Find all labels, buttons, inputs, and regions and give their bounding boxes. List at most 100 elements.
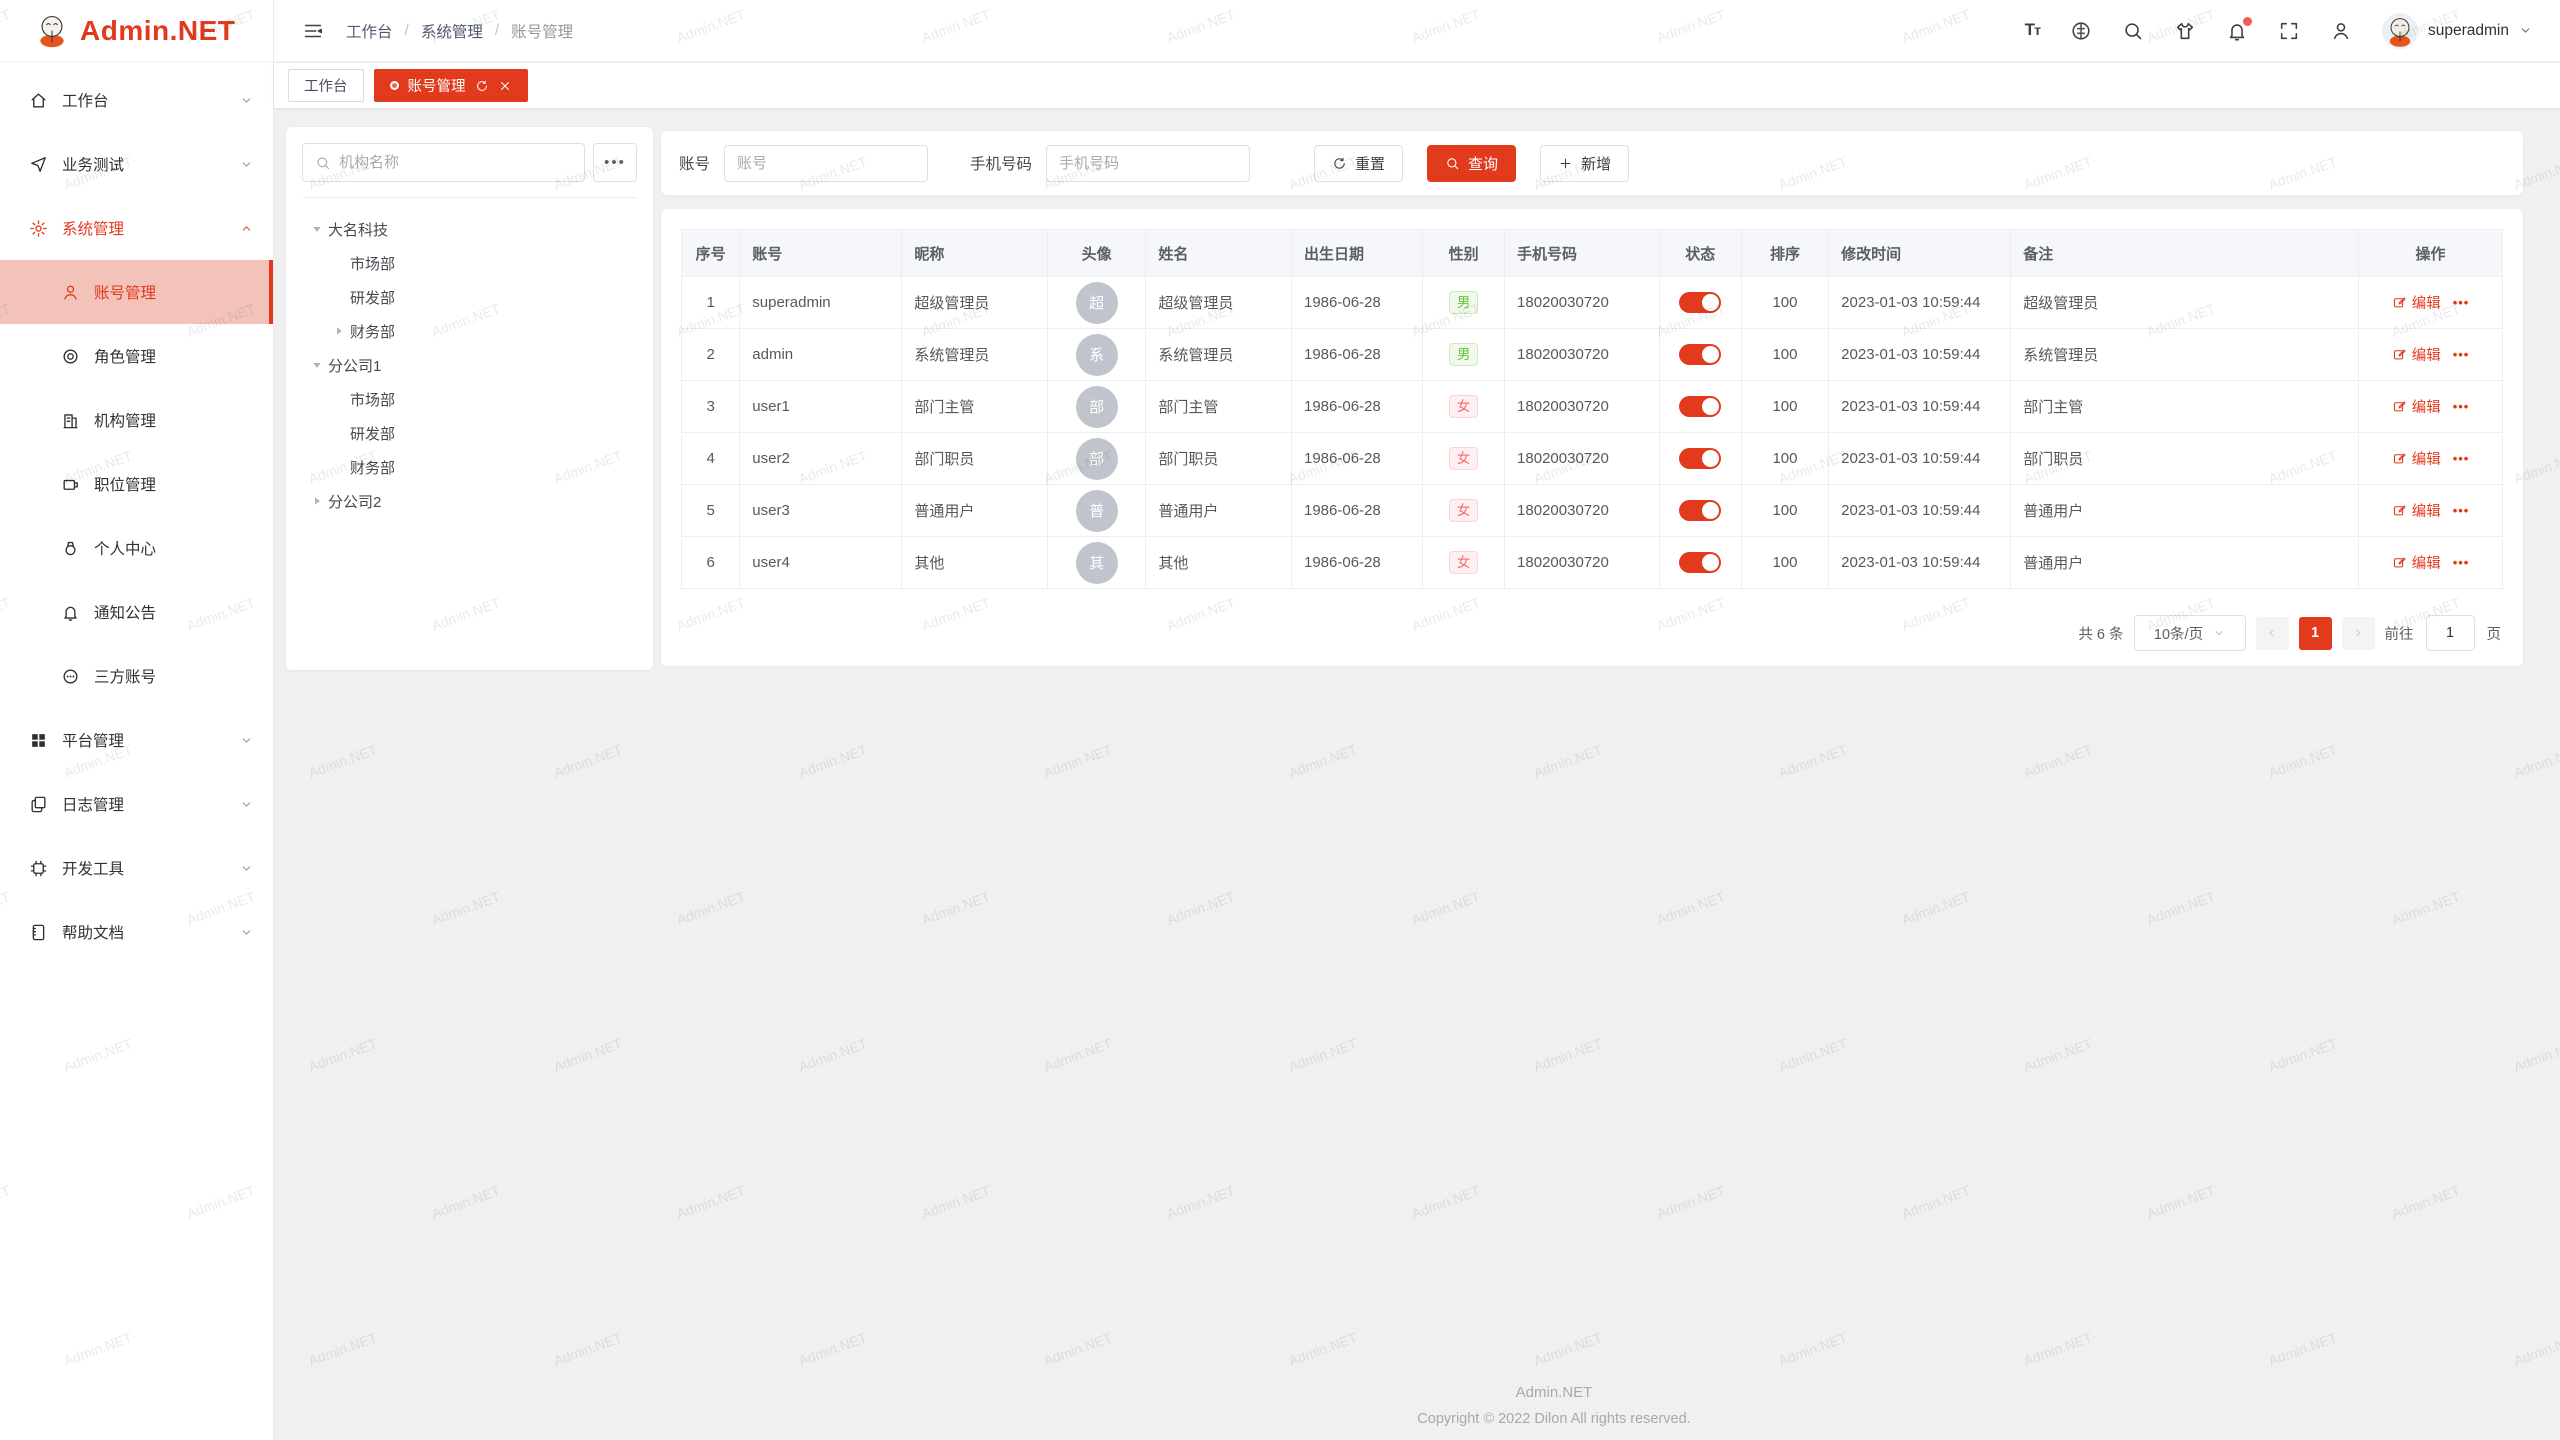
plus-icon [1558, 156, 1573, 171]
status-toggle[interactable] [1679, 448, 1721, 469]
row-more-button[interactable]: ••• [2453, 295, 2470, 310]
close-icon[interactable] [498, 79, 512, 93]
search-icon[interactable] [2122, 20, 2144, 42]
page-number-button[interactable]: 1 [2299, 617, 2332, 650]
tree-node[interactable]: 研发部 [302, 416, 637, 450]
collapse-menu-icon[interactable] [302, 20, 324, 42]
cell-name: 超级管理员 [1146, 277, 1292, 329]
tree-node[interactable]: 财务部 [302, 314, 637, 348]
sidebar-item-log-mgmt[interactable]: 日志管理 [0, 772, 273, 836]
cell-remark: 部门职员 [2011, 433, 2359, 485]
sidebar-item-dev-tools[interactable]: 开发工具 [0, 836, 273, 900]
edit-button[interactable]: 编辑 [2392, 448, 2441, 469]
sidebar-item-platform-mgmt[interactable]: 平台管理 [0, 708, 273, 772]
tree-caret-icon[interactable] [306, 490, 328, 512]
phone-input[interactable] [1046, 145, 1250, 182]
status-toggle[interactable] [1679, 396, 1721, 417]
fullscreen-icon[interactable] [2278, 20, 2300, 42]
sidebar-item-label: 角色管理 [94, 345, 156, 367]
cell-actions: 编辑 ••• [2359, 381, 2503, 433]
tree-caret-icon[interactable] [328, 388, 350, 410]
sidebar-item-notice[interactable]: 通知公告 [0, 580, 273, 644]
tab-工作台[interactable]: 工作台 [288, 69, 364, 102]
tree-node[interactable]: 分公司2 [302, 484, 637, 518]
sidebar-item-workbench[interactable]: 工作台 [0, 68, 273, 132]
tree-caret-icon[interactable] [328, 422, 350, 444]
footer: Admin.NET Copyright © 2022 Dilon All rig… [548, 1384, 2560, 1427]
tree-caret-icon[interactable] [306, 354, 328, 376]
language-icon[interactable] [2070, 20, 2092, 42]
sidebar-item-personal-center[interactable]: 个人中心 [0, 516, 273, 580]
sidebar-item-account-mgmt[interactable]: 账号管理 [0, 260, 273, 324]
sidebar-item-system-mgmt[interactable]: 系统管理 [0, 196, 273, 260]
tree-node[interactable]: 分公司1 [302, 348, 637, 382]
tree-node[interactable]: 市场部 [302, 382, 637, 416]
footer-app-name: Admin.NET [548, 1384, 2560, 1401]
tree-node[interactable]: 市场部 [302, 246, 637, 280]
breadcrumb-item[interactable]: 工作台 [346, 20, 393, 42]
edit-button[interactable]: 编辑 [2392, 344, 2441, 365]
row-more-button[interactable]: ••• [2453, 399, 2470, 414]
filter-panel: 账号 手机号码 重置 查询 新增 [661, 131, 2523, 195]
sidebar-item-position-mgmt[interactable]: 职位管理 [0, 452, 273, 516]
table-row: 2admin系统管理员系系统管理员1986-06-28男180200307201… [682, 329, 2503, 381]
edit-button[interactable]: 编辑 [2392, 396, 2441, 417]
gender-tag: 女 [1449, 395, 1479, 419]
font-size-icon[interactable]: Tт [2025, 20, 2040, 42]
page-size-select[interactable]: 10条/页 [2134, 615, 2246, 651]
row-more-button[interactable]: ••• [2453, 347, 2470, 362]
header-actions: Tт s [2025, 13, 2532, 49]
sidebar-item-label: 业务测试 [62, 153, 124, 175]
status-toggle[interactable] [1679, 500, 1721, 521]
row-more-button[interactable]: ••• [2453, 555, 2470, 570]
cell-avatar: 超 [1048, 277, 1146, 329]
account-input[interactable] [724, 145, 928, 182]
prev-page-button[interactable] [2256, 617, 2289, 650]
tree-caret-icon[interactable] [306, 218, 328, 240]
refresh-icon[interactable] [475, 79, 489, 93]
next-page-button[interactable] [2342, 617, 2375, 650]
sidebar-item-role-mgmt[interactable]: 角色管理 [0, 324, 273, 388]
lock-user-icon[interactable] [2330, 20, 2352, 42]
org-more-button[interactable]: ••• [593, 143, 637, 182]
breadcrumb-item[interactable]: 系统管理 [421, 20, 483, 42]
tree-caret-icon[interactable] [328, 456, 350, 478]
tab-账号管理[interactable]: 账号管理 [374, 69, 528, 102]
avatar: 超 [1076, 282, 1118, 324]
tree-node[interactable]: 大名科技 [302, 212, 637, 246]
tree-caret-icon[interactable] [328, 286, 350, 308]
tree-caret-icon[interactable] [328, 320, 350, 342]
edit-button[interactable]: 编辑 [2392, 500, 2441, 521]
query-button[interactable]: 查询 [1427, 145, 1516, 182]
goto-page-input[interactable] [2426, 615, 2475, 651]
row-more-button[interactable]: ••• [2453, 451, 2470, 466]
sidebar-item-org-mgmt[interactable]: 机构管理 [0, 388, 273, 452]
user-menu[interactable]: superadmin [2382, 13, 2532, 49]
breadcrumb-item-current: 账号管理 [511, 20, 573, 42]
status-toggle[interactable] [1679, 552, 1721, 573]
cell-birthdate: 1986-06-28 [1292, 277, 1423, 329]
notification-icon[interactable] [2226, 20, 2248, 42]
sidebar-item-help-docs[interactable]: 帮助文档 [0, 900, 273, 964]
sidebar-item-label: 平台管理 [62, 729, 124, 751]
reset-button[interactable]: 重置 [1314, 145, 1403, 182]
theme-icon[interactable] [2174, 20, 2196, 42]
breadcrumb-separator: / [495, 22, 499, 40]
main-content: ••• 大名科技市场部研发部财务部分公司1市场部研发部财务部分公司2 账号 手机… [274, 108, 2560, 1440]
edit-button[interactable]: 编辑 [2392, 292, 2441, 313]
chevron-down-icon [239, 861, 253, 875]
tree-node[interactable]: 研发部 [302, 280, 637, 314]
avatar: 其 [1076, 542, 1118, 584]
edit-button[interactable]: 编辑 [2392, 552, 2441, 573]
row-more-button[interactable]: ••• [2453, 503, 2470, 518]
status-toggle[interactable] [1679, 292, 1721, 313]
tree-node[interactable]: 财务部 [302, 450, 637, 484]
org-search-input[interactable] [339, 154, 572, 171]
sidebar-item-business-test[interactable]: 业务测试 [0, 132, 273, 196]
sidebar-item-third-party-account[interactable]: 三方账号 [0, 644, 273, 708]
cell-avatar: 部 [1048, 381, 1146, 433]
add-button[interactable]: 新增 [1540, 145, 1629, 182]
status-toggle[interactable] [1679, 344, 1721, 365]
cell-avatar: 普 [1048, 485, 1146, 537]
tree-caret-icon[interactable] [328, 252, 350, 274]
